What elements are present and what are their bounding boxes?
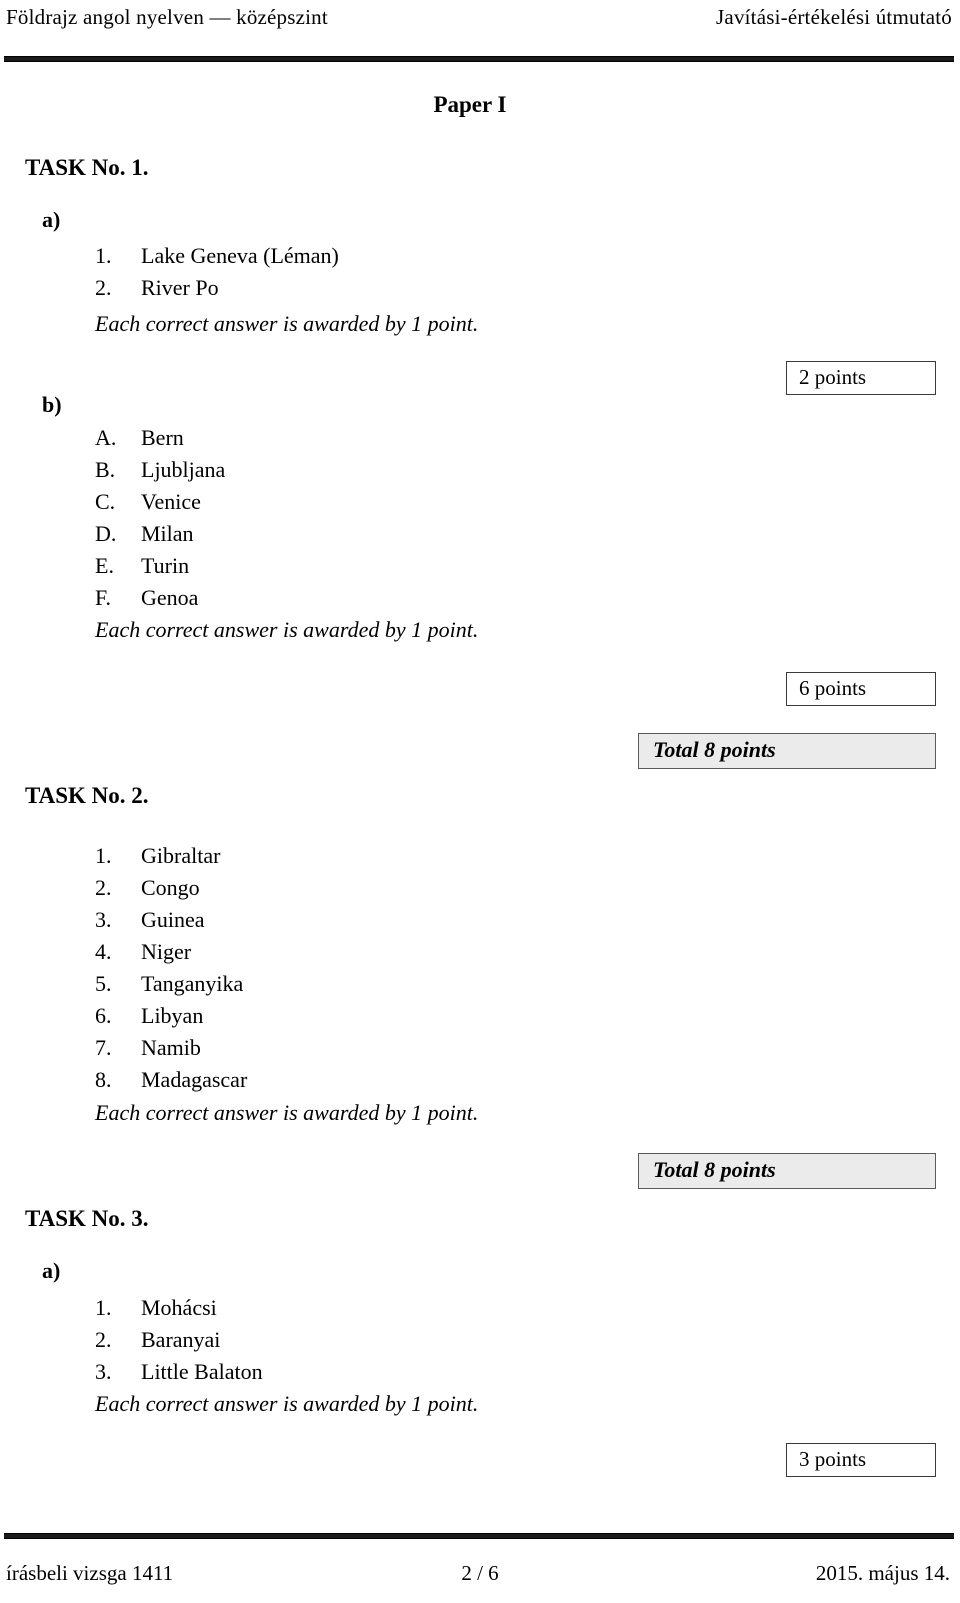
answer-text: Bern — [141, 425, 184, 450]
answer-text: Niger — [141, 939, 192, 964]
answer-text: Little Balaton — [141, 1359, 263, 1384]
answer-marker: C. — [95, 489, 116, 514]
answer-item: 4. Niger — [95, 939, 191, 965]
answer-marker: D. — [95, 521, 117, 546]
answer-marker: 1. — [95, 243, 112, 268]
answer-text: Ljubljana — [141, 457, 226, 482]
task-heading-2: TASK No. 2. — [25, 783, 149, 808]
task-heading-1: TASK No. 1. — [25, 155, 149, 180]
answer-item: 3. Guinea — [95, 907, 205, 933]
answer-item: 6. Libyan — [95, 1003, 203, 1029]
total-points-box: Total 8 points — [638, 1153, 936, 1189]
answer-text: Congo — [141, 875, 200, 900]
answer-marker: B. — [95, 457, 116, 482]
task-3-part-a-label: a) — [42, 1258, 61, 1283]
footer-date: 2015. május 14. — [815, 1561, 950, 1585]
task-heading-3: TASK No. 3. — [25, 1206, 149, 1231]
answer-item: F. Genoa — [95, 585, 198, 611]
answer-text: Namib — [141, 1035, 201, 1060]
answer-marker: 8. — [95, 1067, 112, 1092]
answer-text: Genoa — [141, 585, 199, 610]
answer-item: 2. Baranyai — [95, 1327, 220, 1353]
answer-text: Baranyai — [141, 1327, 221, 1352]
answer-item: 1. Gibraltar — [95, 843, 220, 869]
answer-text: Tanganyika — [141, 971, 244, 996]
answer-marker: 3. — [95, 907, 112, 932]
page-title: Paper I — [433, 92, 507, 117]
answer-text: Madagascar — [141, 1067, 248, 1092]
answer-marker: 2. — [95, 1327, 112, 1352]
answer-marker: 6. — [95, 1003, 112, 1028]
answer-marker: 4. — [95, 939, 112, 964]
answer-text: Guinea — [141, 907, 205, 932]
answer-item: 1. Mohácsi — [95, 1295, 217, 1321]
answer-marker: A. — [95, 425, 117, 450]
answer-text: Gibraltar — [141, 843, 221, 868]
answer-marker: E. — [95, 553, 114, 578]
page-body: Paper I TASK No. 1. a) 1. Lake Geneva (Lé… — [0, 0, 960, 1603]
answer-item: E. Turin — [95, 553, 189, 579]
answer-marker: 1. — [95, 843, 112, 868]
answer-marker: 7. — [95, 1035, 112, 1060]
answer-text: Venice — [141, 489, 201, 514]
answer-marker: 5. — [95, 971, 112, 996]
points-box: 6 points — [786, 672, 936, 706]
scoring-note: Each correct answer is awarded by 1 poin… — [95, 1391, 479, 1416]
answer-text: Libyan — [141, 1003, 204, 1028]
answer-text: Milan — [141, 521, 194, 546]
answer-item: 2. Congo — [95, 875, 200, 901]
answer-item: C. Venice — [95, 489, 201, 515]
answer-marker: 1. — [95, 1295, 112, 1320]
task-1-part-b-label: b) — [42, 392, 62, 417]
answer-item: 8. Madagascar — [95, 1067, 247, 1093]
answer-marker: 2. — [95, 875, 112, 900]
answer-item: 5. Tanganyika — [95, 971, 243, 997]
answer-marker: 2. — [95, 275, 112, 300]
answer-item: 7. Namib — [95, 1035, 201, 1061]
points-box: 2 points — [786, 361, 936, 395]
answer-text: River Po — [141, 275, 219, 300]
footer-divider-rule — [4, 1533, 954, 1539]
scoring-note: Each correct answer is awarded by 1 poin… — [95, 617, 479, 642]
task-1-part-a-label: a) — [42, 207, 61, 232]
answer-item: 3. Little Balaton — [95, 1359, 263, 1385]
answer-marker: F. — [95, 585, 111, 610]
answer-marker: 3. — [95, 1359, 112, 1384]
answer-item: 1. Lake Geneva (Léman) — [95, 243, 339, 269]
total-points-box: Total 8 points — [638, 733, 936, 769]
answer-item: D. Milan — [95, 521, 194, 547]
scoring-note: Each correct answer is awarded by 1 poin… — [95, 1100, 479, 1125]
answer-item: B. Ljubljana — [95, 457, 225, 483]
scoring-note: Each correct answer is awarded by 1 poin… — [95, 311, 479, 336]
answer-item: 2. River Po — [95, 275, 219, 301]
answer-text: Lake Geneva (Léman) — [141, 243, 339, 268]
points-box: 3 points — [786, 1443, 936, 1477]
answer-item: A. Bern — [95, 425, 184, 451]
answer-text: Turin — [141, 553, 190, 578]
answer-text: Mohácsi — [141, 1295, 217, 1320]
